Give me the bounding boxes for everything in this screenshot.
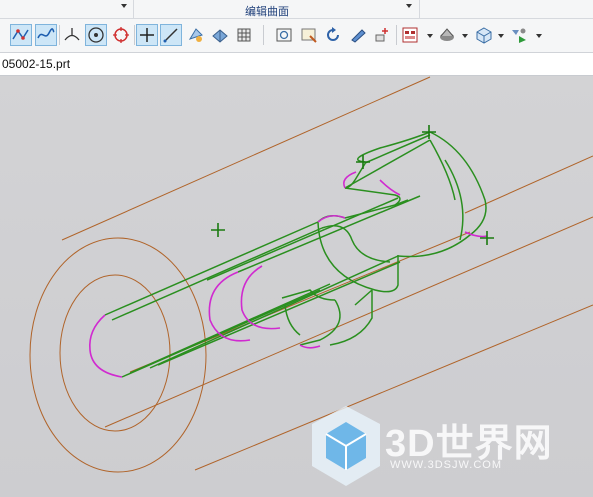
chevron-down-icon[interactable] <box>498 34 504 38</box>
cube-logo-icon <box>312 406 380 486</box>
fit-view-icon[interactable] <box>273 24 295 46</box>
intersection-icon[interactable] <box>136 24 158 46</box>
box-view-icon[interactable] <box>473 24 495 46</box>
file-tab-bar: 05002-15.prt <box>0 53 593 76</box>
ribbon-group-edit-surface[interactable]: 编辑曲面 <box>134 0 420 18</box>
chevron-down-icon[interactable] <box>536 34 542 38</box>
toolbar <box>0 19 593 53</box>
file-tab[interactable]: 05002-15.prt <box>0 53 70 75</box>
display-icon[interactable] <box>436 24 458 46</box>
ribbon-group-left[interactable] <box>0 0 134 18</box>
rotate-icon[interactable] <box>322 24 344 46</box>
toolbar-separator <box>396 25 397 45</box>
toolbar-separator <box>59 25 60 45</box>
spline-icon[interactable] <box>35 24 57 46</box>
normal-icon[interactable] <box>61 24 83 46</box>
chevron-down-icon[interactable] <box>462 34 468 38</box>
ribbon-group-label: 编辑曲面 <box>245 6 289 18</box>
chevron-down-icon[interactable] <box>406 4 412 8</box>
point-marker <box>480 231 494 245</box>
toolbar-separator <box>134 25 135 45</box>
chevron-down-icon[interactable] <box>121 4 127 8</box>
point-marker <box>211 223 225 237</box>
zoom-window-icon[interactable] <box>298 24 320 46</box>
sweep-path <box>104 131 487 378</box>
line-icon[interactable] <box>160 24 182 46</box>
shaded-icon[interactable] <box>209 24 231 46</box>
toolbar-separator <box>263 25 264 45</box>
ribbon-group-right <box>420 0 593 18</box>
pattern-icon[interactable] <box>233 24 255 46</box>
section-icon[interactable] <box>347 24 369 46</box>
watermark-url: WWW.3DSJW.COM <box>390 459 502 471</box>
profile-curves <box>88 171 488 378</box>
chevron-down-icon[interactable] <box>427 34 433 38</box>
circle-snap-icon[interactable] <box>110 24 132 46</box>
graphics-viewport[interactable]: 3D世界网 WWW.3DSJW.COM <box>0 76 593 497</box>
curve-icon[interactable] <box>10 24 32 46</box>
ribbon-group-bar: 编辑曲面 <box>0 0 593 19</box>
view-orient-icon[interactable] <box>185 24 207 46</box>
filter-icon[interactable] <box>508 24 530 46</box>
point-on-face-icon[interactable] <box>85 24 107 46</box>
render-style-icon[interactable] <box>399 24 421 46</box>
layer-icon[interactable] <box>371 24 393 46</box>
